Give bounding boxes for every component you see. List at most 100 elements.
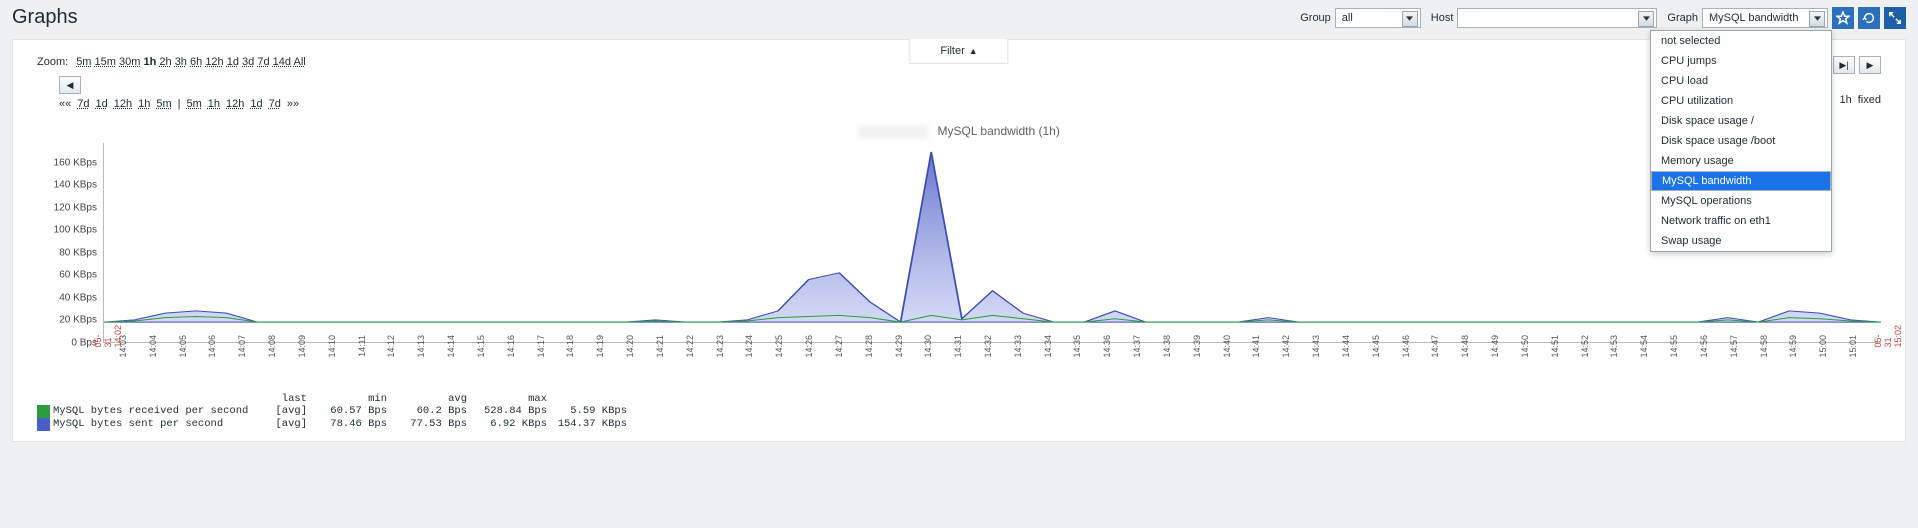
y-axis: 0 Bps20 KBps40 KBps60 KBps80 KBps100 KBp… (37, 143, 103, 343)
nav-fwd[interactable]: 1h (208, 98, 220, 110)
y-tick: 100 KBps (54, 225, 97, 236)
x-tick: 14:22 (685, 335, 695, 358)
zoom-option[interactable]: 1d (227, 56, 239, 68)
dropdown-option[interactable]: Disk space usage / (1651, 111, 1831, 131)
legend-row: MySQL bytes received per second[avg]60.5… (37, 405, 1881, 418)
zoom-option[interactable]: 5m (76, 56, 91, 68)
zoom-option[interactable]: All (293, 56, 305, 68)
zoom-option[interactable]: 1h (143, 56, 156, 68)
nav-fwd[interactable]: 5m (187, 98, 202, 110)
zoom-option[interactable]: 12h (205, 56, 223, 68)
group-select[interactable]: all (1335, 8, 1421, 28)
x-tick: 14:27 (834, 335, 844, 358)
dropdown-option[interactable]: CPU jumps (1651, 51, 1831, 71)
x-tick: 14:28 (864, 335, 874, 358)
dropdown-option[interactable]: Memory usage (1651, 151, 1831, 171)
dropdown-option[interactable]: Disk space usage /boot (1651, 131, 1831, 151)
scroll-step-right-button[interactable]: ▶ (1859, 56, 1881, 74)
x-tick: 14:05 (178, 335, 188, 358)
x-tick: 14:12 (386, 335, 396, 358)
dropdown-option[interactable]: Swap usage (1651, 231, 1831, 251)
x-tick: 14:26 (804, 335, 814, 358)
graph-select[interactable]: MySQL bandwidth (1702, 8, 1828, 28)
legend-avg: 6.92 KBps (467, 418, 547, 430)
dropdown-option[interactable]: not selected (1651, 31, 1831, 51)
x-tick: 14:21 (655, 335, 665, 358)
x-tick: 14:39 (1192, 335, 1202, 358)
x-tick: 14:16 (506, 335, 516, 358)
chevron-down-icon (1402, 11, 1418, 27)
zoom-option[interactable]: 30m (119, 56, 140, 68)
legend-swatch (37, 418, 50, 431)
x-tick: 14:06 (207, 335, 217, 358)
legend-row: MySQL bytes sent per second[avg]78.46 Bp… (37, 418, 1881, 431)
zoom-option[interactable]: 6h (190, 56, 202, 68)
dropdown-option[interactable]: Network traffic on eth1 (1651, 211, 1831, 231)
refresh-button[interactable] (1858, 7, 1880, 29)
legend-agg: [avg] (257, 405, 307, 417)
opt-fixed[interactable]: fixed (1858, 94, 1881, 106)
zoom-option[interactable]: 14d (273, 56, 291, 68)
favorite-button[interactable] (1832, 7, 1854, 29)
x-tick: 14:15 (476, 335, 486, 358)
nav-back[interactable]: 12h (114, 98, 132, 110)
x-tick: 14:37 (1132, 335, 1142, 358)
page-title: Graphs (12, 6, 78, 29)
triangle-up-icon: ▲ (969, 46, 978, 56)
nav-fwd[interactable]: 1d (250, 98, 262, 110)
zoom-option[interactable]: 3h (175, 56, 187, 68)
dropdown-option[interactable]: CPU utilization (1651, 91, 1831, 111)
x-tick: 14:56 (1699, 335, 1709, 358)
host-select[interactable] (1457, 8, 1657, 28)
legend-col: max (467, 393, 547, 405)
hostname-blur (858, 125, 928, 139)
x-axis: 14:0314:0414:0514:0614:0714:0814:0914:10… (103, 335, 1881, 375)
chevron-down-icon (1638, 11, 1654, 27)
chevron-down-icon (1809, 11, 1825, 27)
x-tick: 14:47 (1430, 335, 1440, 358)
dropdown-option[interactable]: MySQL operations (1651, 191, 1831, 211)
nav-back[interactable]: 7d (77, 98, 89, 110)
x-tick: 14:09 (297, 335, 307, 358)
x-tick: 14:43 (1311, 335, 1321, 358)
zoom-option[interactable]: 2h (159, 56, 171, 68)
legend-max: 154.37 KBps (547, 418, 627, 430)
zoom-option[interactable]: 3d (242, 56, 254, 68)
nav-back[interactable]: 1h (138, 98, 150, 110)
legend-name: MySQL bytes received per second (53, 405, 257, 417)
x-tick: 14:33 (1013, 335, 1023, 358)
x-tick: 14:32 (983, 335, 993, 358)
legend-avg: 528.84 Bps (467, 405, 547, 417)
nav-back[interactable]: 5m (156, 98, 171, 110)
legend: lastminavgmax MySQL bytes received per s… (13, 391, 1905, 441)
x-tick: 14:42 (1281, 335, 1291, 358)
opt-1h[interactable]: 1h (1840, 94, 1852, 106)
y-tick: 60 KBps (59, 270, 97, 281)
scroll-left-button[interactable]: ◀ (59, 76, 81, 94)
legend-col (53, 393, 257, 405)
nav-fwd[interactable]: 7d (269, 98, 281, 110)
graph-dropdown[interactable]: not selectedCPU jumpsCPU loadCPU utiliza… (1650, 30, 1832, 252)
legend-col: avg (387, 393, 467, 405)
host-label: Host (1431, 12, 1454, 24)
zoom-option[interactable]: 7d (257, 56, 269, 68)
x-tick: 14:24 (744, 335, 754, 358)
x-tick: 14:34 (1043, 335, 1053, 358)
x-tick: 14:30 (923, 335, 933, 358)
chart-area (103, 143, 1881, 343)
x-tick: 14:40 (1222, 335, 1232, 358)
filter-toggle[interactable]: Filter ▲ (909, 39, 1008, 64)
x-tick: 14:13 (416, 335, 426, 358)
dropdown-option[interactable]: MySQL bandwidth (1651, 171, 1831, 191)
nav-fwd[interactable]: 12h (226, 98, 244, 110)
graph-label: Graph (1667, 12, 1698, 24)
dropdown-option[interactable]: CPU load (1651, 71, 1831, 91)
fullscreen-button[interactable] (1884, 7, 1906, 29)
y-tick: 160 KBps (54, 157, 97, 168)
zoom-option[interactable]: 15m (95, 56, 116, 68)
x-tick: 14:57 (1729, 335, 1739, 358)
y-tick: 120 KBps (54, 202, 97, 213)
nav-back[interactable]: 1d (96, 98, 108, 110)
scroll-right-button[interactable]: ▶| (1833, 56, 1855, 74)
legend-col: min (307, 393, 387, 405)
